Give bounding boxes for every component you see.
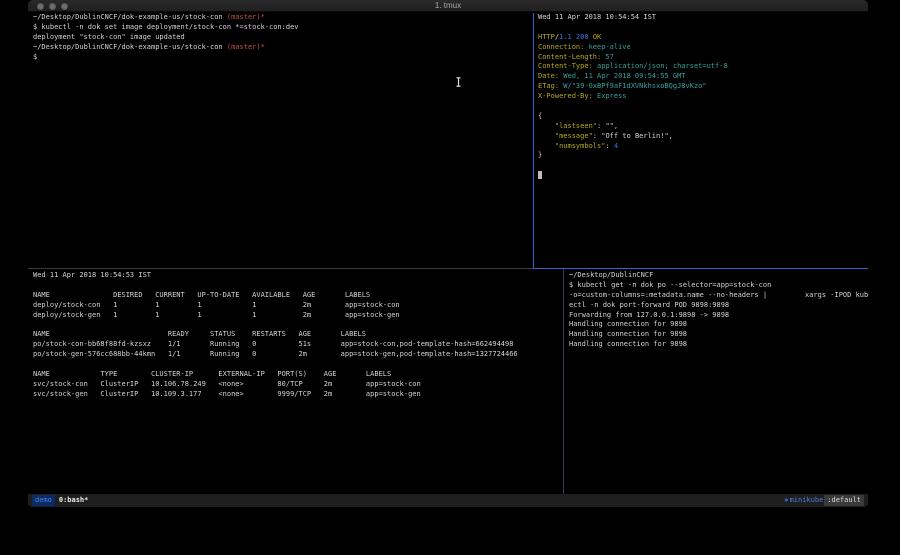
terminal-line	[538, 102, 866, 112]
terminal-line: Content-Type: application/json; charset=…	[538, 62, 866, 72]
window-title: 1. tmux	[28, 0, 868, 12]
terminal-line: Handling connection for 9898	[569, 340, 866, 350]
terminal-line: Handling connection for 9898	[569, 320, 866, 330]
terminal-line: po/stock-con-bb68f88fd-kzsxz 1/1 Running…	[33, 340, 561, 350]
pane-divider-vertical-bottom[interactable]	[563, 269, 564, 494]
tmux-window-tab[interactable]: 0:bash*	[55, 495, 89, 506]
terminal-line: $	[33, 53, 531, 63]
terminal-line: Handling connection for 9898	[569, 330, 866, 340]
terminal-line: Content-Length: 57	[538, 53, 866, 63]
terminal-line: ETag: W/"39-0xBPf9aF1dXVNkhsxoBQgJ8vKzo"	[538, 82, 866, 92]
tmux-status-bar: demo 0:bash* ⎈ minikube :default	[28, 494, 868, 507]
terminal-line: svc/stock-con ClusterIP 10.106.78.249 <n…	[33, 380, 561, 390]
terminal-line: ectl -n dok port-forward POD 9898:9898	[569, 301, 866, 311]
terminal-line: deploy/stock-gen 1 1 1 1 2m app=stock-ge…	[33, 311, 561, 321]
terminal-line: deploy/stock-con 1 1 1 1 2m app=stock-co…	[33, 301, 561, 311]
mouse-ibeam-cursor	[455, 72, 462, 91]
kube-namespace-label: :default	[824, 495, 864, 506]
kube-context-label: minikube	[790, 495, 825, 506]
pane-divider-horizontal-right[interactable]	[533, 268, 868, 269]
terminal-line: Forwarding from 127.0.0.1:9898 -> 9898	[569, 311, 866, 321]
terminal-line: NAME TYPE CLUSTER-IP EXTERNAL-IP PORT(S)…	[33, 370, 561, 380]
terminal-line: "lastseen": "",	[538, 122, 866, 132]
terminal-line: Connection: keep-alive	[538, 43, 866, 53]
pane-top-left-shell[interactable]: ~/Desktop/DublinCNCF/dok-example-us/stoc…	[33, 13, 531, 62]
terminal-line: "message": "Off to Berlin!",	[538, 132, 866, 142]
status-bar-right: ⎈ minikube :default	[784, 495, 864, 506]
pane-bottom-left-kubectl-watch[interactable]: Wed 11 Apr 2018 10:54:53 IST NAME DESIRED…	[33, 271, 561, 400]
pane-bottom-right-port-forward[interactable]: ~/Desktop/DublinCNCF$ kubectl get -n dok…	[569, 271, 866, 350]
terminal-line: svc/stock-gen ClusterIP 10.109.3.177 <no…	[33, 390, 561, 400]
terminal-line: $ kubectl -n dok set image deployment/st…	[33, 23, 531, 33]
terminal-line: Wed 11 Apr 2018 10:54:53 IST	[33, 271, 561, 281]
terminal-line: Wed 11 Apr 2018 10:54:54 IST	[538, 13, 866, 23]
terminal-window: 1. tmux ~/Desktop/DublinCNCF/dok-example…	[28, 0, 868, 509]
terminal-line: ~/Desktop/DublinCNCF	[569, 271, 866, 281]
terminal-block-cursor	[538, 171, 542, 179]
terminal-line	[33, 320, 561, 330]
terminal-line: Date: Wed, 11 Apr 2018 09:54:55 GMT	[538, 72, 866, 82]
terminal-line: po/stock-gen-576cc688bb-44kmn 1/1 Runnin…	[33, 350, 561, 360]
terminal-line: ~/Desktop/DublinCNCF/dok-example-us/stoc…	[33, 13, 531, 23]
terminal-line	[33, 281, 561, 291]
terminal-line: $ kubectl get -n dok po --selector=app=s…	[569, 281, 866, 291]
terminal-line: }	[538, 151, 866, 161]
terminal-line: HTTP/1.1 200 OK	[538, 33, 866, 43]
pane-top-right-http-response[interactable]: Wed 11 Apr 2018 10:54:54 IST HTTP/1.1 200…	[538, 13, 866, 161]
terminal-line: X-Powered-By: Express	[538, 92, 866, 102]
terminal-line: NAME DESIRED CURRENT UP-TO-DATE AVAILABL…	[33, 291, 561, 301]
pane-divider-vertical-top[interactable]	[533, 13, 534, 268]
title-bar: 1. tmux	[28, 0, 868, 12]
terminal-line: "numsymbols": 4	[538, 142, 866, 152]
terminal-line: deployment "stock-con" image updated	[33, 33, 531, 43]
terminal-line: {	[538, 112, 866, 122]
terminal-line	[33, 360, 561, 370]
terminal-line	[538, 23, 866, 33]
pane-divider-horizontal-left[interactable]	[28, 268, 533, 269]
terminal-line: -o=custom-columns=:metadata.name --no-he…	[569, 291, 866, 301]
session-name-badge: demo	[32, 495, 55, 506]
terminal-line: NAME READY STATUS RESTARTS AGE LABELS	[33, 330, 561, 340]
terminal-line: ~/Desktop/DublinCNCF/dok-example-us/stoc…	[33, 43, 531, 53]
